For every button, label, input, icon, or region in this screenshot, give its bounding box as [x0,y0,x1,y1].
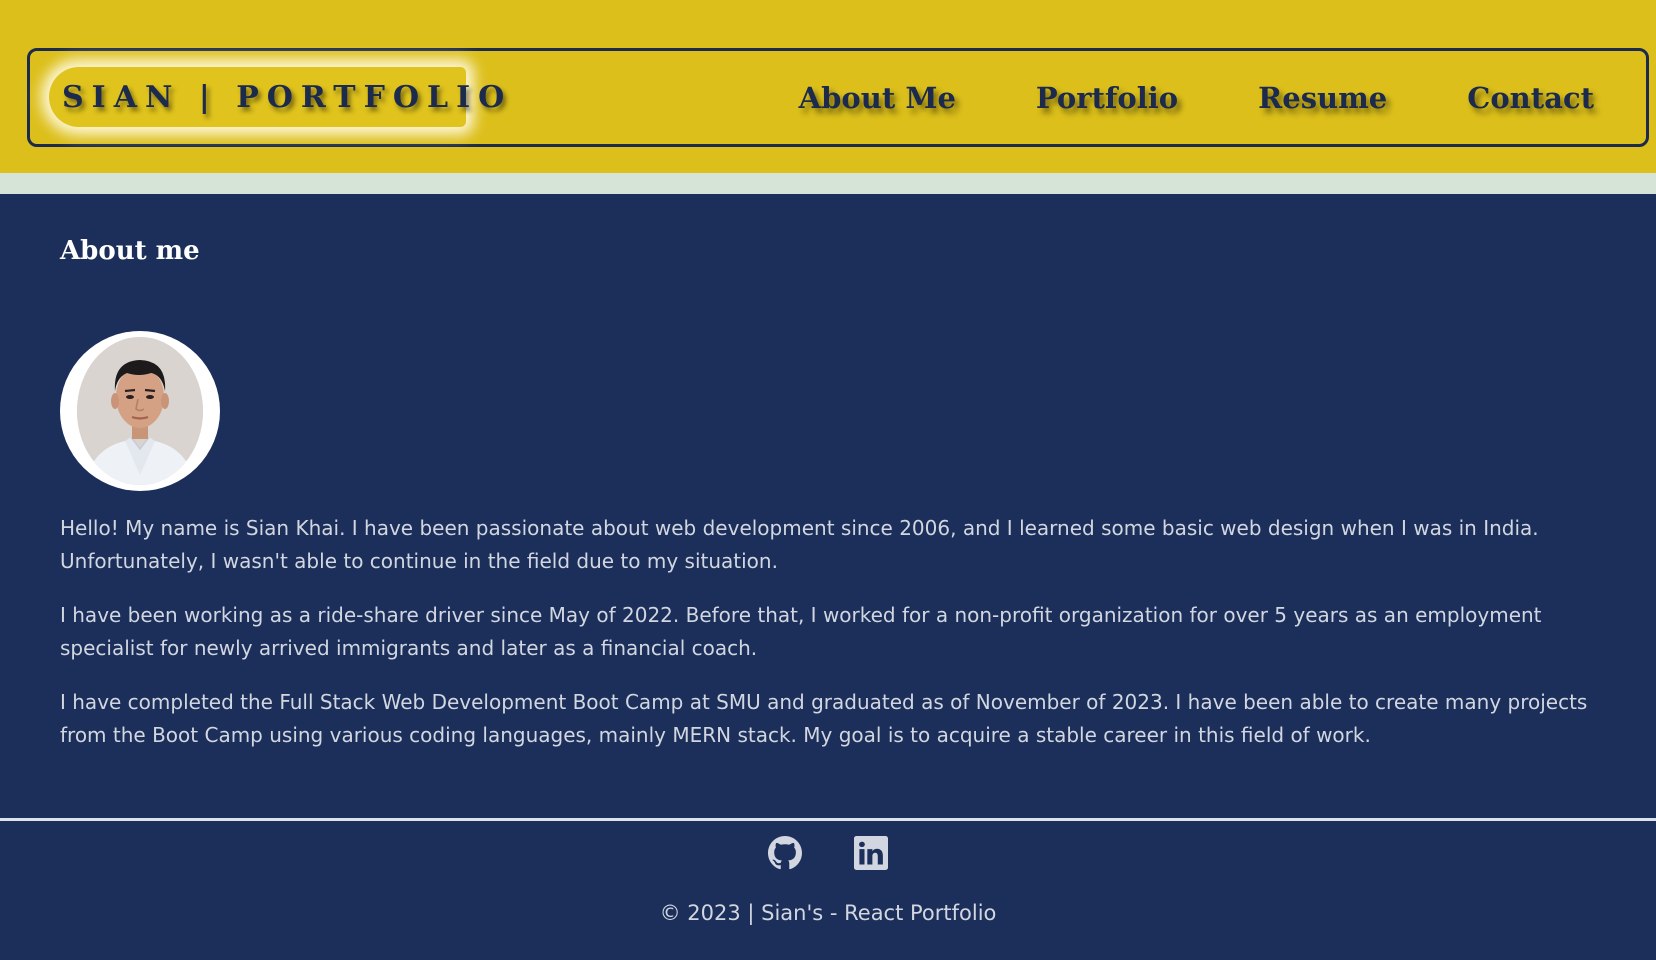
linkedin-icon [854,836,888,870]
copyright-text: © 2023 | Sian's - React Portfolio [659,901,997,925]
avatar [60,331,220,491]
bio-paragraph-1: Hello! My name is Sian Khai. I have been… [60,516,1539,573]
site-header: SIAN | PORTFOLIO About Me Portfolio Resu… [0,0,1656,173]
github-icon [768,836,802,870]
about-section: About me Hello! My name is Sian Khai. I … [0,194,1656,819]
main-nav: About Me Portfolio Resume Contact [799,51,1594,144]
bio-paragraph-2: I have been working as a ride-share driv… [60,603,1542,660]
nav-portfolio[interactable]: Portfolio [1036,81,1178,115]
site-footer: © 2023 | Sian's - React Portfolio [0,818,1656,960]
social-links [0,836,1656,874]
profile-photo [77,337,203,485]
nav-about-me[interactable]: About Me [799,81,956,115]
nav-resume[interactable]: Resume [1258,81,1387,115]
bio-text: Hello! My name is Sian Khai. I have been… [60,512,1620,773]
header-divider-stripe [0,173,1656,194]
brand-logo[interactable]: SIAN | PORTFOLIO [49,67,504,127]
nav-contact[interactable]: Contact [1467,81,1594,115]
bio-paragraph-3: I have completed the Full Stack Web Deve… [60,690,1588,747]
github-link[interactable] [768,836,802,874]
linkedin-link[interactable] [854,836,888,874]
section-title: About me [60,236,200,266]
brand-title: SIAN | PORTFOLIO [62,79,513,115]
profile-photo-illustration [77,337,203,485]
navbar: SIAN | PORTFOLIO About Me Portfolio Resu… [27,48,1649,147]
